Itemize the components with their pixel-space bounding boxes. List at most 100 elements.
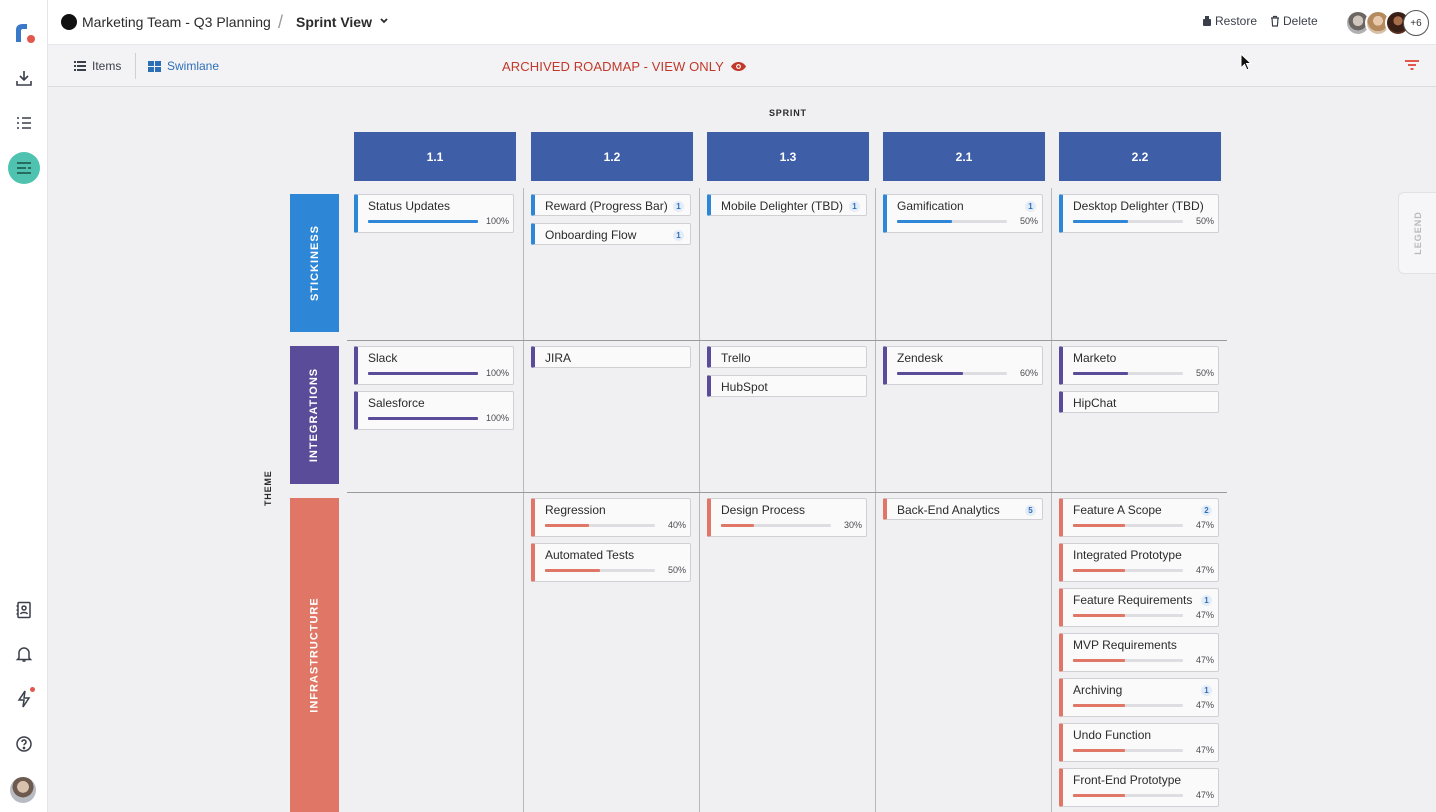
- comment-count-badge[interactable]: 1: [673, 201, 684, 212]
- app-logo[interactable]: [14, 20, 36, 44]
- sprint-axis-label: SPRINT: [769, 108, 807, 118]
- comment-count-badge[interactable]: 1: [673, 230, 684, 241]
- progress-percent: 50%: [667, 565, 686, 575]
- progress-track: [1073, 794, 1183, 797]
- roadmap-card[interactable]: Undo Function 47%: [1059, 723, 1219, 762]
- comment-count-badge[interactable]: 1: [1201, 595, 1212, 606]
- filter-icon[interactable]: [1405, 60, 1419, 70]
- roadmap-card[interactable]: Onboarding Flow 1: [531, 223, 691, 245]
- roadmap-card[interactable]: Trello: [707, 346, 867, 368]
- progress-track: [1073, 704, 1183, 707]
- roadmap-icon[interactable]: [8, 152, 40, 184]
- view-toolbar: Items Swimlane ARCHIVED ROADMAP - VIEW O…: [48, 45, 1436, 87]
- roadmap-card[interactable]: Desktop Delighter (TBD) 50%: [1059, 194, 1219, 233]
- left-rail: [0, 0, 48, 812]
- roadmap-card[interactable]: Front-End Prototype 47%: [1059, 768, 1219, 807]
- comment-count-badge[interactable]: 1: [1201, 685, 1212, 696]
- comment-count-badge[interactable]: 1: [1025, 201, 1036, 212]
- card-title: Archiving: [1073, 683, 1123, 697]
- card-title: Marketo: [1073, 351, 1117, 365]
- comment-count-badge[interactable]: 5: [1025, 505, 1036, 516]
- help-icon[interactable]: [12, 732, 36, 756]
- progress-fill: [897, 372, 963, 375]
- roadmap-card[interactable]: Mobile Delighter (TBD) 1: [707, 194, 867, 216]
- progress-track: [1073, 614, 1183, 617]
- more-collaborators-count[interactable]: +6: [1403, 10, 1429, 36]
- progress-fill: [1073, 659, 1125, 662]
- roadmap-card[interactable]: HubSpot: [707, 375, 867, 397]
- roadmap-card[interactable]: Automated Tests 50%: [531, 543, 691, 582]
- roadmap-card[interactable]: Slack 100%: [354, 346, 514, 385]
- progress-track: [368, 372, 478, 375]
- progress-track: [368, 220, 478, 223]
- collaborator-avatars[interactable]: +6: [1345, 10, 1429, 36]
- bell-icon[interactable]: [12, 642, 36, 666]
- roadmap-card[interactable]: HipChat: [1059, 391, 1219, 413]
- roadmap-card[interactable]: Design Process 30%: [707, 498, 867, 537]
- roadmap-card[interactable]: Zendesk 60%: [883, 346, 1043, 385]
- progress-fill: [1073, 569, 1125, 572]
- card-title: Zendesk: [897, 351, 944, 365]
- delete-button[interactable]: Delete: [1270, 14, 1318, 28]
- restore-button[interactable]: Restore: [1202, 14, 1257, 28]
- column-divider: [1051, 188, 1052, 812]
- lightning-icon[interactable]: [12, 687, 36, 711]
- roadmap-card[interactable]: Status Updates 100%: [354, 194, 514, 233]
- list-icon[interactable]: [12, 111, 36, 135]
- progress-fill: [1073, 704, 1125, 707]
- progress-fill: [1073, 749, 1125, 752]
- comment-count-badge[interactable]: 1: [849, 201, 860, 212]
- card-title: Front-End Prototype: [1073, 773, 1182, 787]
- roadmap-card[interactable]: Reward (Progress Bar) 1: [531, 194, 691, 216]
- tab-divider: [135, 53, 136, 79]
- progress-track: [1073, 659, 1183, 662]
- roadmap-card[interactable]: Archiving 1 47%: [1059, 678, 1219, 717]
- chevron-down-icon[interactable]: [378, 13, 390, 29]
- eye-icon[interactable]: [730, 61, 747, 72]
- column-divider: [875, 188, 876, 812]
- tab-items[interactable]: Items: [66, 52, 129, 80]
- roadmap-card[interactable]: Feature Requirements 1 47%: [1059, 588, 1219, 627]
- progress-track: [1073, 749, 1183, 752]
- lane-label: STICKINESS: [308, 224, 321, 302]
- contacts-icon[interactable]: [12, 598, 36, 622]
- progress-percent: 47%: [1195, 520, 1214, 530]
- download-icon[interactable]: [12, 66, 36, 90]
- progress-track: [1073, 220, 1183, 223]
- progress-track: [897, 372, 1007, 375]
- progress-track: [1073, 524, 1183, 527]
- roadmap-card[interactable]: Feature A Scope 2 47%: [1059, 498, 1219, 537]
- legend-toggle[interactable]: LEGEND: [1398, 192, 1436, 274]
- roadmap-card[interactable]: Gamification 1 50%: [883, 194, 1043, 233]
- delete-label: Delete: [1283, 14, 1318, 28]
- roadmap-card[interactable]: JIRA: [531, 346, 691, 368]
- lane-header-integrations: INTEGRATIONS: [290, 346, 339, 484]
- progress-fill: [368, 372, 478, 375]
- user-avatar[interactable]: [10, 777, 36, 803]
- list-icon: [74, 61, 86, 71]
- card-title: Trello: [721, 351, 751, 365]
- roadmap-card[interactable]: MVP Requirements 47%: [1059, 633, 1219, 672]
- tab-swimlane-label: Swimlane: [167, 59, 220, 73]
- sprint-column-header: 2.2: [1059, 132, 1221, 181]
- view-name[interactable]: Sprint View: [296, 14, 372, 30]
- sprint-column-header: 1.3: [707, 132, 869, 181]
- lane-header-infrastructure: INFRASTRUCTURE: [290, 498, 339, 812]
- progress-fill: [897, 220, 952, 223]
- roadmap-card[interactable]: Marketo 50%: [1059, 346, 1219, 385]
- roadmap-card[interactable]: Salesforce 100%: [354, 391, 514, 430]
- progress-track: [545, 524, 655, 527]
- project-name[interactable]: Marketing Team - Q3 Planning: [82, 14, 271, 30]
- card-title: Undo Function: [1073, 728, 1152, 742]
- comment-count-badge[interactable]: 2: [1201, 505, 1212, 516]
- card-title: Automated Tests: [545, 548, 635, 562]
- card-title: Onboarding Flow: [545, 228, 637, 242]
- restore-icon: [1203, 16, 1211, 26]
- sprint-column-header: 2.1: [883, 132, 1045, 181]
- roadmap-card[interactable]: Regression 40%: [531, 498, 691, 537]
- lane-label: INTEGRATIONS: [308, 367, 321, 463]
- roadmap-card[interactable]: Back-End Analytics 5: [883, 498, 1043, 520]
- roadmap-card[interactable]: Integrated Prototype 47%: [1059, 543, 1219, 582]
- progress-fill: [545, 524, 589, 527]
- tab-swimlane[interactable]: Swimlane: [140, 52, 227, 80]
